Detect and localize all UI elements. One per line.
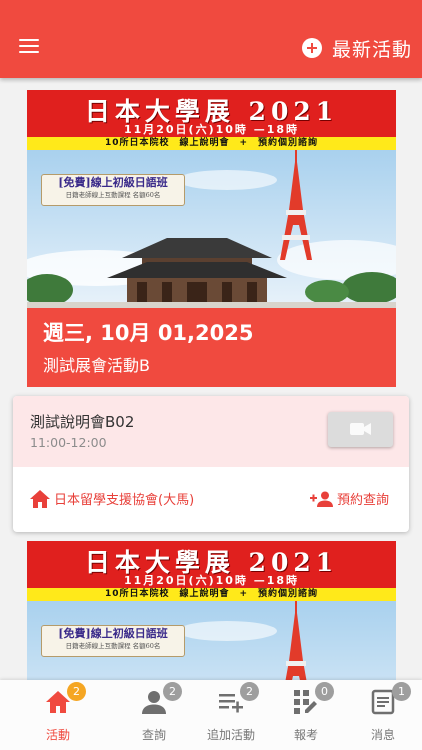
nav-label: 追加活動 [206,728,255,742]
nav-badge: 0 [315,682,334,701]
poster-class-title: [免費]線上初級日語班 [58,627,168,640]
booking-inquiry-button[interactable]: 預約查詢 [310,489,389,508]
organizer-name: 日本留學支援協會(大馬) [54,493,195,508]
video-call-button[interactable] [328,412,393,447]
video-camera-icon [350,423,371,435]
plus-circle-icon [301,38,322,58]
organizer-link[interactable]: 日本留學支援協會(大馬) [30,489,194,508]
nav-label: 活動 [45,728,70,742]
nav-tab-exam[interactable]: 0 報考 [264,680,348,750]
nav-label: 查詢 [141,728,166,742]
poster-date-line: 11月20日(六)10時 —18時 [123,123,300,136]
event-feed[interactable]: 日本大學展 2021 11月20日(六)10時 —18時 10所日本院校 線上說… [0,78,422,680]
session-time: 11:00-12:00 [30,435,107,450]
nav-badge: 2 [240,682,259,701]
event-name: 測試展會活動B [43,356,150,375]
app-bar: 最新活動 [0,0,422,78]
poster-class-subtitle: 日籍老師線上互動課程 名額60名 [65,642,161,650]
poster-header: 日本大學展 2021 11月20日(六)10時 —18時 [27,90,396,137]
home-icon [30,489,50,508]
poster-class-banner: [免費]線上初級日語班 日籍老師線上互動課程 名額60名 [41,174,185,206]
add-person-icon [310,491,333,507]
poster-date-line: 11月20日(六)10時 —18時 [123,574,300,587]
nav-tab-events[interactable]: 2 活動 [16,680,100,750]
event-poster[interactable]: 日本大學展 2021 11月20日(六)10時 —18時 10所日本院校 線上說… [27,90,396,308]
nav-badge: 2 [163,682,182,701]
event-poster[interactable]: 日本大學展 2021 11月20日(六)10時 —18時 10所日本院校 線上說… [27,541,396,680]
session-header: 測試說明會B02 11:00-12:00 [13,396,409,467]
newest-events-button[interactable]: 最新活動 [301,34,412,62]
newest-events-label: 最新活動 [331,38,412,61]
nav-label: 消息 [370,728,395,742]
poster-strip: 10所日本院校 線上說明會 + 預約個別諮詢 [27,137,396,150]
poster-class-title: [免費]線上初級日語班 [58,176,168,189]
nav-tab-add-event[interactable]: 2 追加活動 [189,680,273,750]
nav-badge: 1 [392,682,411,701]
poster-class-banner: [免費]線上初級日語班 日籍老師線上互動課程 名額60名 [41,625,185,657]
session-title: 測試說明會B02 [30,413,135,431]
poster-header: 日本大學展 2021 11月20日(六)10時 —18時 [27,541,396,588]
poster-class-subtitle: 日籍老師線上互動課程 名額60名 [65,191,161,199]
booking-inquiry-label: 預約查詢 [337,493,390,508]
poster-strip: 10所日本院校 線上說明會 + 預約個別諮詢 [27,588,396,601]
nav-tab-inquiry[interactable]: 2 查詢 [112,680,196,750]
event-date: 週三, 10月 01,2025 [43,321,254,345]
nav-label: 報考 [293,728,318,742]
hamburger-menu-icon[interactable] [19,39,39,55]
nav-badge: 2 [67,682,86,701]
event-card-footer[interactable]: 週三, 10月 01,2025 測試展會活動B [27,308,396,387]
session-card[interactable]: 測試說明會B02 11:00-12:00 日本留學支援協會(大馬) 預約查詢 [13,396,409,532]
nav-tab-messages[interactable]: 1 消息 [341,680,422,750]
bottom-navigation: 2 活動 2 查詢 2 追加活動 0 報考 1 消息 [0,680,422,750]
